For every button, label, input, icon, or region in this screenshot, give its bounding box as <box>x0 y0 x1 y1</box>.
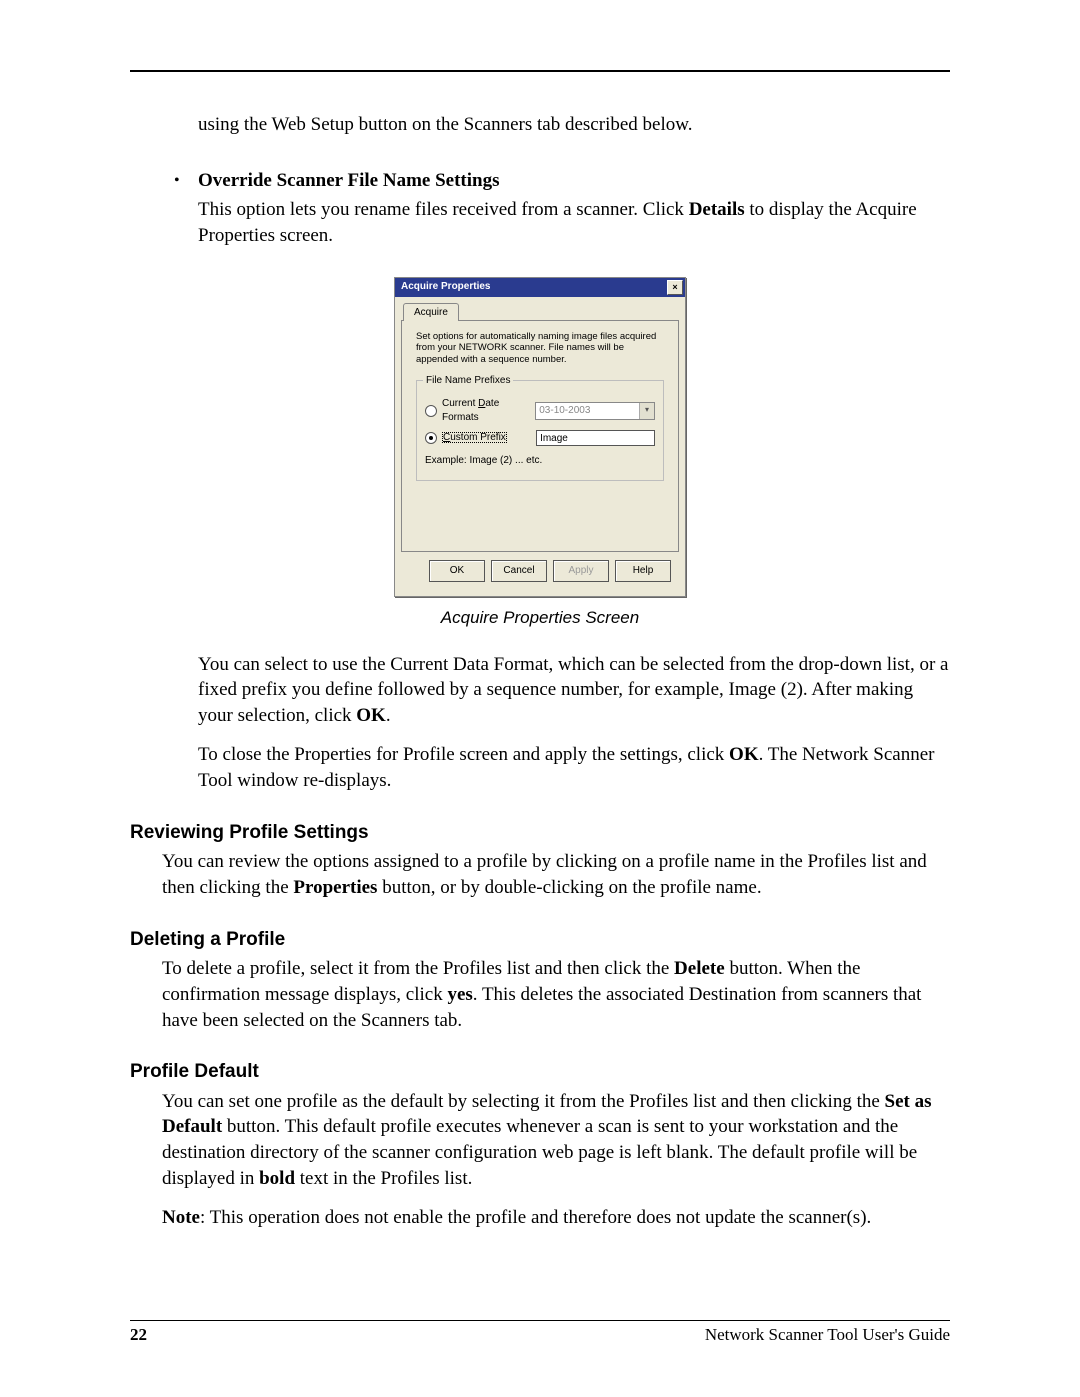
radio-custom-prefix[interactable] <box>425 432 437 444</box>
dialog-description: Set options for automatically naming ima… <box>416 331 664 367</box>
radio-custom-prefix-label: Custom Prefix <box>442 431 536 445</box>
radio-date-formats-label: Current Date Formats <box>442 397 535 424</box>
bullet-title: Override Scanner File Name Settings <box>198 168 950 194</box>
section-reviewing-body: You can review the options assigned to a… <box>130 849 950 900</box>
fieldset-legend: File Name Prefixes <box>423 374 513 388</box>
section-deleting-body: To delete a profile, select it from the … <box>130 956 950 1033</box>
footer-doc-title: Network Scanner Tool User's Guide <box>705 1325 950 1345</box>
file-name-prefixes-group: File Name Prefixes Current Date Formats … <box>416 380 664 481</box>
after-dialog-para1: You can select to use the Current Data F… <box>130 652 950 729</box>
bullet-body-pre: This option lets you rename files receiv… <box>198 199 689 220</box>
help-button[interactable]: Help <box>615 560 671 582</box>
apply-button[interactable]: Apply <box>553 560 609 582</box>
date-format-combo[interactable]: 03-10-2003 ▾ <box>535 402 655 420</box>
radio-custom-prefix-row: Custom Prefix Image <box>425 430 655 446</box>
date-format-value: 03-10-2003 <box>536 403 639 419</box>
radio-date-formats-row: Current Date Formats 03-10-2003 ▾ <box>425 397 655 424</box>
acquire-properties-dialog: Acquire Properties × Acquire Set options… <box>394 277 686 597</box>
section-default-title: Profile Default <box>130 1059 950 1085</box>
close-icon[interactable]: × <box>667 280 683 295</box>
tab-acquire[interactable]: Acquire <box>403 303 459 322</box>
page-number: 22 <box>130 1325 147 1345</box>
section-default-p1: You can set one profile as the default b… <box>130 1089 950 1192</box>
custom-prefix-input[interactable]: Image <box>536 430 655 446</box>
section-deleting-title: Deleting a Profile <box>130 927 950 953</box>
bullet-body: This option lets you rename files receiv… <box>198 197 950 248</box>
bullet-body-bold: Details <box>689 199 745 220</box>
dialog-title: Acquire Properties <box>401 280 490 294</box>
after-dialog-para2: To close the Properties for Profile scre… <box>130 742 950 793</box>
page-footer: 22 Network Scanner Tool User's Guide <box>130 1320 950 1345</box>
figure-caption: Acquire Properties Screen <box>130 607 950 630</box>
top-rule <box>130 70 950 72</box>
intro-text: using the Web Setup button on the Scanne… <box>130 112 950 138</box>
bullet-icon: • <box>174 170 180 192</box>
dialog-titlebar: Acquire Properties × <box>395 278 685 297</box>
example-text: Example: Image (2) ... etc. <box>425 454 655 468</box>
cancel-button[interactable]: Cancel <box>491 560 547 582</box>
bullet-override: • Override Scanner File Name Settings Th… <box>130 168 950 249</box>
section-reviewing-title: Reviewing Profile Settings <box>130 820 950 846</box>
ok-button[interactable]: OK <box>429 560 485 582</box>
radio-date-formats[interactable] <box>425 405 437 417</box>
section-default-note: Note: This operation does not enable the… <box>130 1205 950 1231</box>
chevron-down-icon[interactable]: ▾ <box>639 403 654 419</box>
